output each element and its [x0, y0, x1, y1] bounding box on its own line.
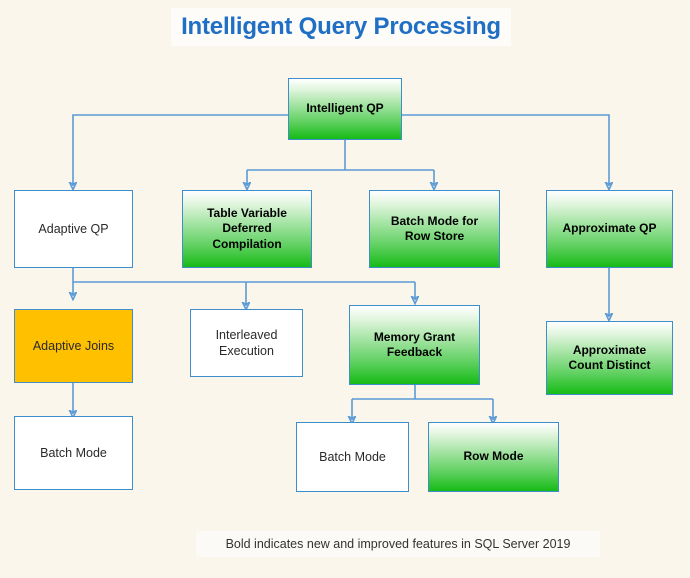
- edge-iqp-to-approximate-qp: [402, 114, 609, 186]
- diagram-canvas: Intelligent Query Processing Intelligent…: [0, 0, 690, 578]
- legend-plate: Bold indicates new and improved features…: [196, 531, 600, 557]
- node-memory-grant-feedback-line2: Feedback: [386, 345, 443, 359]
- node-approximate-qp[interactable]: Approximate QP: [546, 190, 673, 268]
- node-interleaved-execution-line1: Interleaved: [215, 328, 278, 342]
- node-approximate-count-distinct-line1: Approximate: [572, 342, 647, 357]
- node-intelligent-qp-label: Intelligent QP: [306, 101, 384, 116]
- edge-iqp-to-adaptive-qp: [73, 114, 288, 186]
- node-batch-mode-row-store-label: Batch Mode for Row Store: [391, 214, 478, 245]
- node-adaptive-qp[interactable]: Adaptive QP: [14, 190, 133, 268]
- node-interleaved-execution[interactable]: Interleaved Execution: [190, 309, 303, 377]
- node-batch-mode-adaptive-joins[interactable]: Batch Mode: [14, 416, 133, 490]
- node-batch-mode-row-store-line1: Batch Mode for: [390, 213, 479, 228]
- page-title: Intelligent Query Processing: [181, 13, 501, 40]
- node-table-variable-label: Table Variable Deferred Compilation: [207, 206, 287, 252]
- node-table-variable-line3: Compilation: [212, 236, 282, 251]
- node-table-variable-line1: Table Variable: [207, 205, 287, 220]
- node-approximate-count-distinct-line2: Count Distinct: [568, 358, 651, 372]
- legend-caption: Bold indicates new and improved features…: [225, 537, 571, 551]
- node-adaptive-joins-label: Adaptive Joins: [32, 339, 115, 353]
- node-row-mode-memory-grant-label: Row Mode: [463, 449, 524, 464]
- node-batch-mode-row-store-line2: Row Store: [404, 229, 465, 243]
- node-batch-mode-for-row-store[interactable]: Batch Mode for Row Store: [369, 190, 500, 268]
- node-table-variable-deferred-compilation[interactable]: Table Variable Deferred Compilation: [182, 190, 312, 268]
- node-memory-grant-feedback-label: Memory Grant Feedback: [374, 330, 455, 361]
- node-batch-mode-memory-grant-label: Batch Mode: [319, 450, 386, 464]
- node-adaptive-joins[interactable]: Adaptive Joins: [14, 309, 133, 383]
- node-memory-grant-feedback-line1: Memory Grant: [373, 329, 456, 344]
- node-intelligent-qp[interactable]: Intelligent QP: [288, 78, 402, 140]
- title-plate: Intelligent Query Processing: [171, 8, 511, 46]
- node-interleaved-execution-label: Interleaved Execution: [216, 327, 278, 359]
- node-row-mode-memory-grant[interactable]: Row Mode: [428, 422, 559, 492]
- node-adaptive-qp-label: Adaptive QP: [38, 222, 109, 236]
- node-batch-mode-adaptive-joins-label: Batch Mode: [40, 446, 107, 460]
- node-approximate-count-distinct-label: Approximate Count Distinct: [569, 343, 651, 374]
- node-approximate-count-distinct[interactable]: Approximate Count Distinct: [546, 321, 673, 395]
- node-table-variable-line2: Deferred: [222, 221, 272, 236]
- node-batch-mode-memory-grant[interactable]: Batch Mode: [296, 422, 409, 492]
- node-interleaved-execution-line2: Execution: [219, 344, 274, 358]
- node-approximate-qp-label: Approximate QP: [562, 221, 657, 236]
- node-memory-grant-feedback[interactable]: Memory Grant Feedback: [349, 305, 480, 385]
